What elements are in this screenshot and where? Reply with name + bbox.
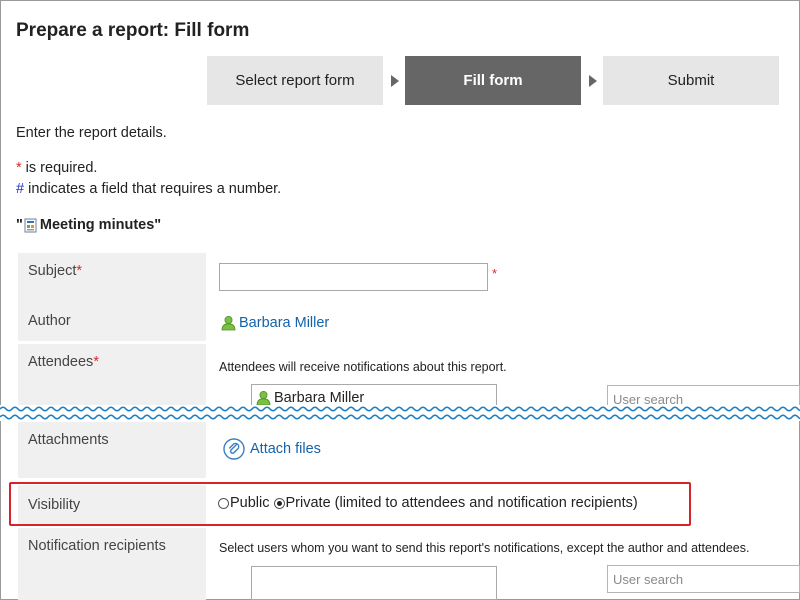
author-label-text: Author: [28, 313, 71, 329]
intro-text: Enter the report details.: [16, 125, 167, 141]
step-submit: Submit: [603, 56, 779, 105]
number-legend: # indicates a field that requires a numb…: [16, 181, 281, 197]
attendees-label-text: Attendees: [28, 354, 94, 370]
form-name-text: Meeting minutes: [39, 217, 155, 233]
subject-input[interactable]: [219, 263, 488, 291]
author-user-link[interactable]: Barbara Miller: [239, 315, 329, 331]
visibility-options: Public Private (limited to attendees and…: [218, 495, 638, 511]
notification-recipients-user-search-input[interactable]: User search: [607, 565, 800, 593]
subject-label-text: Subject: [28, 263, 77, 279]
attachments-label: Attachments: [18, 422, 206, 478]
step-select-report-form: Select report form: [207, 56, 383, 105]
wavy-divider: [0, 405, 800, 421]
subject-required-mark-right: *: [492, 266, 498, 281]
number-mark: #: [16, 181, 25, 197]
required-legend: * is required.: [16, 160, 97, 176]
visibility-public-radio[interactable]: [218, 497, 229, 509]
step-fill-form: Fill form: [405, 56, 581, 105]
attach-files-link[interactable]: Attach files: [250, 441, 321, 457]
quote-open: ": [16, 217, 23, 233]
report-form-icon: [24, 218, 38, 233]
attendees-note: Attendees will receive notifications abo…: [219, 360, 507, 374]
step-arrow-icon: [391, 75, 399, 87]
visibility-private-radio[interactable]: [273, 497, 285, 509]
attendees-label: Attendees*: [18, 344, 206, 408]
notification-recipients-note: Select users whom you want to send this …: [219, 541, 750, 555]
notification-recipients-label: Notification recipients: [18, 528, 206, 600]
step-arrow-icon: [589, 75, 597, 87]
step-indicator: Select report form Fill form Submit: [207, 56, 779, 105]
notification-recipients-selected-list[interactable]: [251, 566, 497, 600]
visibility-public-label[interactable]: Public: [230, 495, 270, 511]
page-title: Prepare a report: Fill form: [16, 20, 250, 41]
notification-recipients-label-text: Notification recipients: [28, 538, 166, 554]
paperclip-icon: [223, 438, 245, 460]
attach-files-button[interactable]: Attach files: [223, 438, 321, 460]
attendees-required-mark: *: [93, 354, 99, 370]
subject-required-mark: *: [76, 263, 83, 279]
form-name: " Meeting minutes ": [16, 217, 161, 233]
author-user[interactable]: Barbara Miller: [221, 315, 329, 331]
attachments-label-text: Attachments: [28, 432, 109, 448]
user-icon: [221, 315, 236, 331]
number-legend-text: indicates a field that requires a number…: [24, 181, 282, 197]
visibility-private-label[interactable]: Private (limited to attendees and notifi…: [286, 495, 638, 511]
required-legend-text: is required.: [21, 160, 98, 176]
author-label: Author: [18, 303, 206, 341]
quote-close: ": [154, 217, 162, 233]
